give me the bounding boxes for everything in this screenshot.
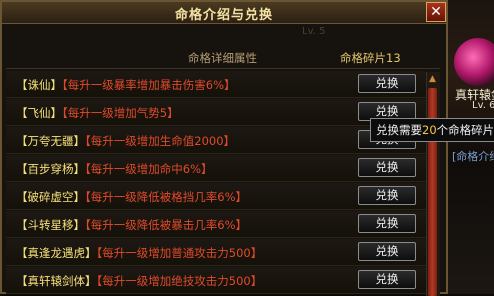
mingge-description: 【每升一级降低被格挡几率6%】 [85,190,247,204]
detail-column-header: 命格详细属性 [188,51,257,65]
list-item: 【真逢龙遇虎】【每升一级增加普通攻击力500】 兑换 [6,239,426,266]
exchange-button[interactable]: 兑换 [358,186,416,205]
close-button[interactable]: ✕ [426,2,446,22]
character-level: Lv. 6 [472,100,494,111]
mingge-description: 【每升一级增加气势5】 [62,106,179,120]
mingge-name: 【飞仙】【每升一级增加气势5】 [16,106,179,120]
exchange-button[interactable]: 兑换 [358,158,416,177]
level-hint: Lv. 5 [302,26,326,37]
list-item: 【诛仙】【每升一级暴率增加暴击伤害6%】 兑换 [6,71,426,98]
list-header: 命格详细属性 命格碎片13 [6,46,440,69]
fragments-counter: 命格碎片13 [340,50,401,66]
mingge-description: 【每升一级增加生命值2000】 [85,134,236,148]
list-item: 【真轩辕剑体】【每升一级增加绝技攻击力500】 兑换 [6,267,426,294]
dialog-title: 命格介绍与兑换 [174,8,273,23]
mingge-description: 【每升一级暴率增加暴击伤害6%】 [62,78,236,92]
mingge-name: 【百步穿杨】【每升一级增加命中6%】 [16,162,213,176]
mingge-list: 【诛仙】【每升一级暴率增加暴击伤害6%】 兑换 【飞仙】【每升一级增加气势5】 … [6,71,426,296]
list-item: 【万夸无疆】【每升一级增加生命值2000】 兑换 [6,127,426,154]
mingge-name: 【真逢龙遇虎】【每升一级增加普通攻击力500】 [16,246,263,260]
character-orb [454,38,494,86]
tooltip-amount: 20 [422,123,437,137]
exchange-button[interactable]: 兑换 [358,270,416,289]
fragments-count: 13 [386,51,401,65]
mingge-name: 【破碎虚空】【每升一级降低被格挡几率6%】 [16,190,247,204]
list-item: 【斗转星移】【每升一级降低被暴击几率6%】 兑换 [6,211,426,238]
mingge-name: 【真轩辕剑体】【每升一级增加绝技攻击力500】 [16,274,263,288]
mingge-description: 【每升一级增加绝技攻击力500】 [96,274,263,288]
list-item: 【百步穿杨】【每升一级增加命中6%】 兑换 [6,155,426,182]
dialog-titlebar: 命格介绍与兑换 ✕ [2,2,446,24]
mingge-exchange-dialog: 命格介绍与兑换 ✕ Lv. 5 命格详细属性 命格碎片13 【诛仙】【每升一级暴… [0,0,448,296]
scroll-up-arrow-icon[interactable]: ▲ [426,72,439,86]
mingge-description: 【每升一级降低被暴击几率6%】 [85,218,247,232]
list-item: 【破碎虚空】【每升一级降低被格挡几率6%】 兑换 [6,183,426,210]
mingge-description: 【每升一级增加普通攻击力500】 [96,246,263,260]
mingge-description: 【每升一级增加命中6%】 [85,162,213,176]
mingge-name: 【斗转星移】【每升一级降低被暴击几率6%】 [16,218,247,232]
list-item: 【飞仙】【每升一级增加气势5】 兑换 [6,99,426,126]
mingge-name: 【万夸无疆】【每升一级增加生命值2000】 [16,134,236,148]
mingge-name: 【诛仙】【每升一级暴率增加暴击伤害6%】 [16,78,236,92]
exchange-button[interactable]: 兑换 [358,214,416,233]
fragments-label: 命格碎片 [340,51,386,65]
exchange-cost-tooltip: 兑换需要20个命格碎片 [370,118,494,142]
mingge-intro-link[interactable]: [命格介绍 [452,148,494,164]
exchange-button[interactable]: 兑换 [358,242,416,261]
exchange-button[interactable]: 兑换 [358,74,416,93]
